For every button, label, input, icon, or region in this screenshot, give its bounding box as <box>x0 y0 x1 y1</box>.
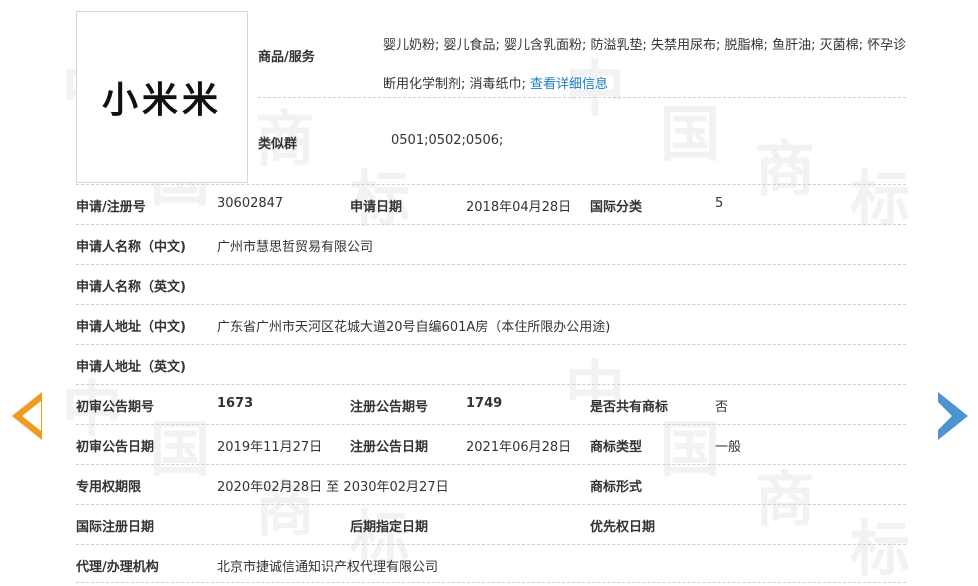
address-cn-value: 广东省广州市天河区花城大道20号自编601A房（本住所限办公用途) <box>217 320 611 335</box>
priority-date-label: 优先权日期 <box>590 520 656 535</box>
similar-group-label: 类似群 <box>258 137 298 152</box>
similar-group-value: 0501;0502;0506; <box>391 133 504 148</box>
reg-date-value: 2021年06月28日 <box>466 440 572 455</box>
tm-type-value: 一般 <box>715 440 742 455</box>
intl-reg-date-label: 国际注册日期 <box>76 520 155 535</box>
goods-text: 婴儿奶粉; 婴儿食品; 婴儿含乳面粉; 防溢乳垫; 失禁用尿布; 脱脂棉; 鱼肝… <box>383 38 907 92</box>
goods-list: 婴儿奶粉; 婴儿食品; 婴儿含乳面粉; 防溢乳垫; 失禁用尿布; 脱脂棉; 鱼肝… <box>383 26 908 104</box>
divider <box>76 304 906 305</box>
divider <box>76 224 906 225</box>
address-cn-label: 申请人地址（中文) <box>76 320 186 335</box>
apply-date-label: 申请日期 <box>350 200 403 215</box>
trademark-logo-text: 小米米 <box>101 80 222 121</box>
divider <box>76 424 906 425</box>
divider <box>258 97 906 98</box>
goods-detail-link[interactable]: 查看详细信息 <box>530 77 608 92</box>
applicant-cn-label: 申请人名称（中文) <box>76 240 186 255</box>
prelim-date-value: 2019年11月27日 <box>217 440 323 455</box>
tm-form-label: 商标形式 <box>590 480 643 495</box>
divider <box>76 582 906 583</box>
applicant-cn-value: 广州市慧思哲贸易有限公司 <box>217 240 374 255</box>
prelim-issue-value: 1673 <box>217 396 254 411</box>
divider <box>76 504 906 505</box>
agent-value: 北京市捷诚信通知识产权代理有限公司 <box>217 560 439 575</box>
arrow-right-icon[interactable] <box>938 392 968 440</box>
divider <box>76 544 906 545</box>
divider <box>76 184 906 185</box>
intl-class-label: 国际分类 <box>590 200 643 215</box>
divider <box>76 344 906 345</box>
intl-class-value: 5 <box>715 196 724 211</box>
goods-label: 商品/服务 <box>258 50 315 65</box>
reg-issue-label: 注册公告期号 <box>350 400 429 415</box>
exclusive-period-label: 专用权期限 <box>76 480 142 495</box>
arrow-left-icon[interactable] <box>12 392 42 440</box>
reg-no-label: 申请/注册号 <box>76 200 146 215</box>
reg-issue-value: 1749 <box>466 396 503 411</box>
divider <box>76 384 906 385</box>
address-en-label: 申请人地址（英文) <box>76 360 186 375</box>
trademark-image: 小米米 <box>76 11 248 183</box>
later-designation-label: 后期指定日期 <box>350 520 429 535</box>
applicant-en-label: 申请人名称（英文) <box>76 280 186 295</box>
reg-no-value: 30602847 <box>217 196 284 211</box>
shared-label: 是否共有商标 <box>590 400 669 415</box>
divider <box>76 464 906 465</box>
prelim-issue-label: 初审公告期号 <box>76 400 155 415</box>
prelim-date-label: 初审公告日期 <box>76 440 155 455</box>
agent-label: 代理/办理机构 <box>76 560 159 575</box>
shared-value: 否 <box>715 400 729 415</box>
reg-date-label: 注册公告日期 <box>350 440 429 455</box>
divider <box>76 264 906 265</box>
exclusive-period-value: 2020年02月28日 至 2030年02月27日 <box>217 480 449 495</box>
trademark-detail-panel: 小米米 商品/服务 婴儿奶粉; 婴儿食品; 婴儿含乳面粉; 防溢乳垫; 失禁用尿… <box>0 0 978 586</box>
tm-type-label: 商标类型 <box>590 440 643 455</box>
apply-date-value: 2018年04月28日 <box>466 200 572 215</box>
